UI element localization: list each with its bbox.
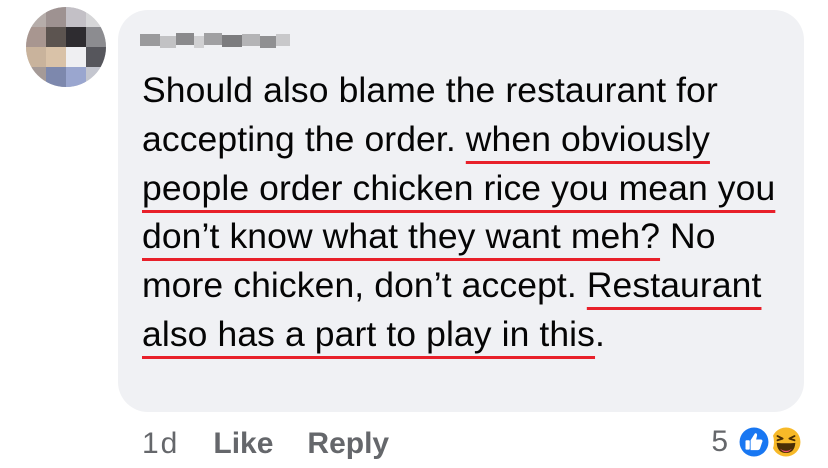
- obscured-block: [276, 34, 290, 46]
- avatar-pixel: [26, 67, 46, 87]
- avatar-pixel: [46, 27, 66, 47]
- avatar-pixel: [66, 67, 86, 87]
- avatar-pixel: [66, 27, 86, 47]
- avatar-pixel: [86, 47, 106, 67]
- avatar-pixel: [26, 27, 46, 47]
- like-icon: [734, 422, 774, 462]
- reactions-summary[interactable]: 5: [711, 420, 806, 464]
- avatar-pixel: [86, 27, 106, 47]
- comment-text: Should also blame the restaurant for acc…: [142, 66, 797, 359]
- avatar[interactable]: [26, 7, 106, 87]
- obscured-block: [222, 35, 242, 47]
- avatar-pixel: [46, 7, 66, 27]
- like-button[interactable]: Like: [213, 427, 273, 461]
- avatar-pixel: [66, 47, 86, 67]
- avatar-pixel: [26, 7, 46, 27]
- avatar-pixel: [86, 7, 106, 27]
- comment-timestamp[interactable]: 1d: [142, 427, 179, 461]
- obscured-block: [194, 36, 204, 48]
- obscured-block: [204, 33, 222, 45]
- obscured-block: [160, 36, 176, 48]
- avatar-pixel: [66, 7, 86, 27]
- comment-text-segment: .: [595, 313, 605, 354]
- avatar-pixel: [86, 67, 106, 87]
- comment-actions: 1d Like Reply: [142, 422, 423, 466]
- avatar-pixel: [46, 67, 66, 87]
- obscured-block: [140, 34, 160, 46]
- avatar-pixel: [46, 47, 66, 67]
- author-name-obscured[interactable]: [140, 30, 290, 50]
- obscured-block: [242, 34, 260, 46]
- obscured-block: [260, 36, 276, 48]
- avatar-pixel: [26, 47, 46, 67]
- obscured-block: [176, 33, 194, 45]
- reaction-count: 5: [711, 425, 728, 458]
- reply-button[interactable]: Reply: [307, 427, 389, 461]
